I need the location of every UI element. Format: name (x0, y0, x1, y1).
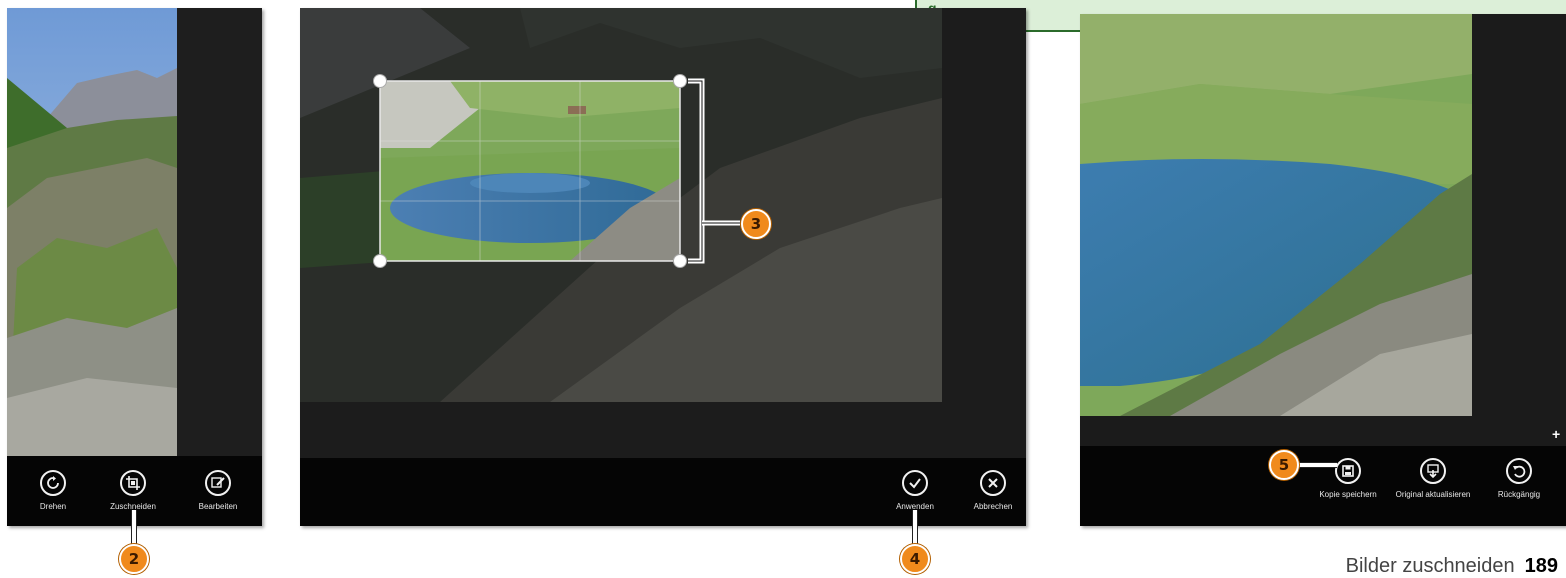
close-icon (980, 470, 1006, 496)
save-copy-label: Kopie speichern (1319, 490, 1377, 499)
footer-section-title: Bilder zuschneiden (1345, 555, 1515, 577)
page-number: 189 (1524, 555, 1558, 577)
undo-label: Rückgängig (1497, 490, 1541, 499)
callout-line-2 (131, 510, 137, 546)
crop-handle-bottom-right[interactable] (673, 254, 687, 268)
update-original-button[interactable]: Original aktualisieren (1393, 458, 1473, 500)
rotate-button[interactable]: Drehen (7, 470, 99, 512)
edit-button[interactable]: Bearbeiten (172, 470, 264, 512)
checkmark-icon (902, 470, 928, 496)
crop-handle-bottom-left[interactable] (373, 254, 387, 268)
callout-badge-3: 3 (741, 209, 771, 239)
app-bar: Kopie speichern Original aktualisieren R… (1080, 446, 1566, 526)
apply-button[interactable]: Anwenden (880, 470, 950, 512)
crop-button[interactable]: Zuschneiden (87, 470, 179, 512)
crop-selection-image (380, 81, 680, 261)
cropped-photo (1080, 14, 1566, 446)
crop-handle-top-left[interactable] (373, 74, 387, 88)
plus-icon[interactable]: + (1552, 426, 1560, 442)
update-original-icon (1420, 458, 1446, 484)
callout-badge-4: 4 (900, 544, 930, 574)
photo-app-panel-edit-menu: Drehen Zuschneiden Bearbeiten (7, 8, 262, 526)
page-footer: Bilder zuschneiden 189 (1346, 555, 1558, 578)
crop-workspace (300, 8, 1026, 458)
cancel-label: Abbrechen (973, 502, 1013, 511)
rotate-icon (40, 470, 66, 496)
callout-badge-2: 2 (119, 544, 149, 574)
callout-line-4 (912, 510, 918, 546)
undo-icon (1506, 458, 1532, 484)
save-copy-icon (1335, 458, 1361, 484)
cancel-button[interactable]: Abbrechen (958, 470, 1028, 512)
edit-icon (205, 470, 231, 496)
photo-app-panel-crop-mode: Anwenden Abbrechen (300, 8, 1026, 526)
photo-app-panel-cropped-result: + Kopie speichern Original aktualisieren… (1080, 14, 1566, 526)
update-original-label: Original aktualisieren (1395, 490, 1471, 499)
rotate-label: Drehen (39, 502, 67, 511)
crop-handle-top-right[interactable] (673, 74, 687, 88)
callout-line-5 (1297, 462, 1337, 468)
edit-label: Bearbeiten (198, 502, 238, 511)
mountain-photo-partial (7, 8, 262, 456)
undo-button[interactable]: Rückgängig (1479, 458, 1559, 500)
callout-badge-5: 5 (1269, 450, 1299, 480)
crop-icon (120, 470, 146, 496)
